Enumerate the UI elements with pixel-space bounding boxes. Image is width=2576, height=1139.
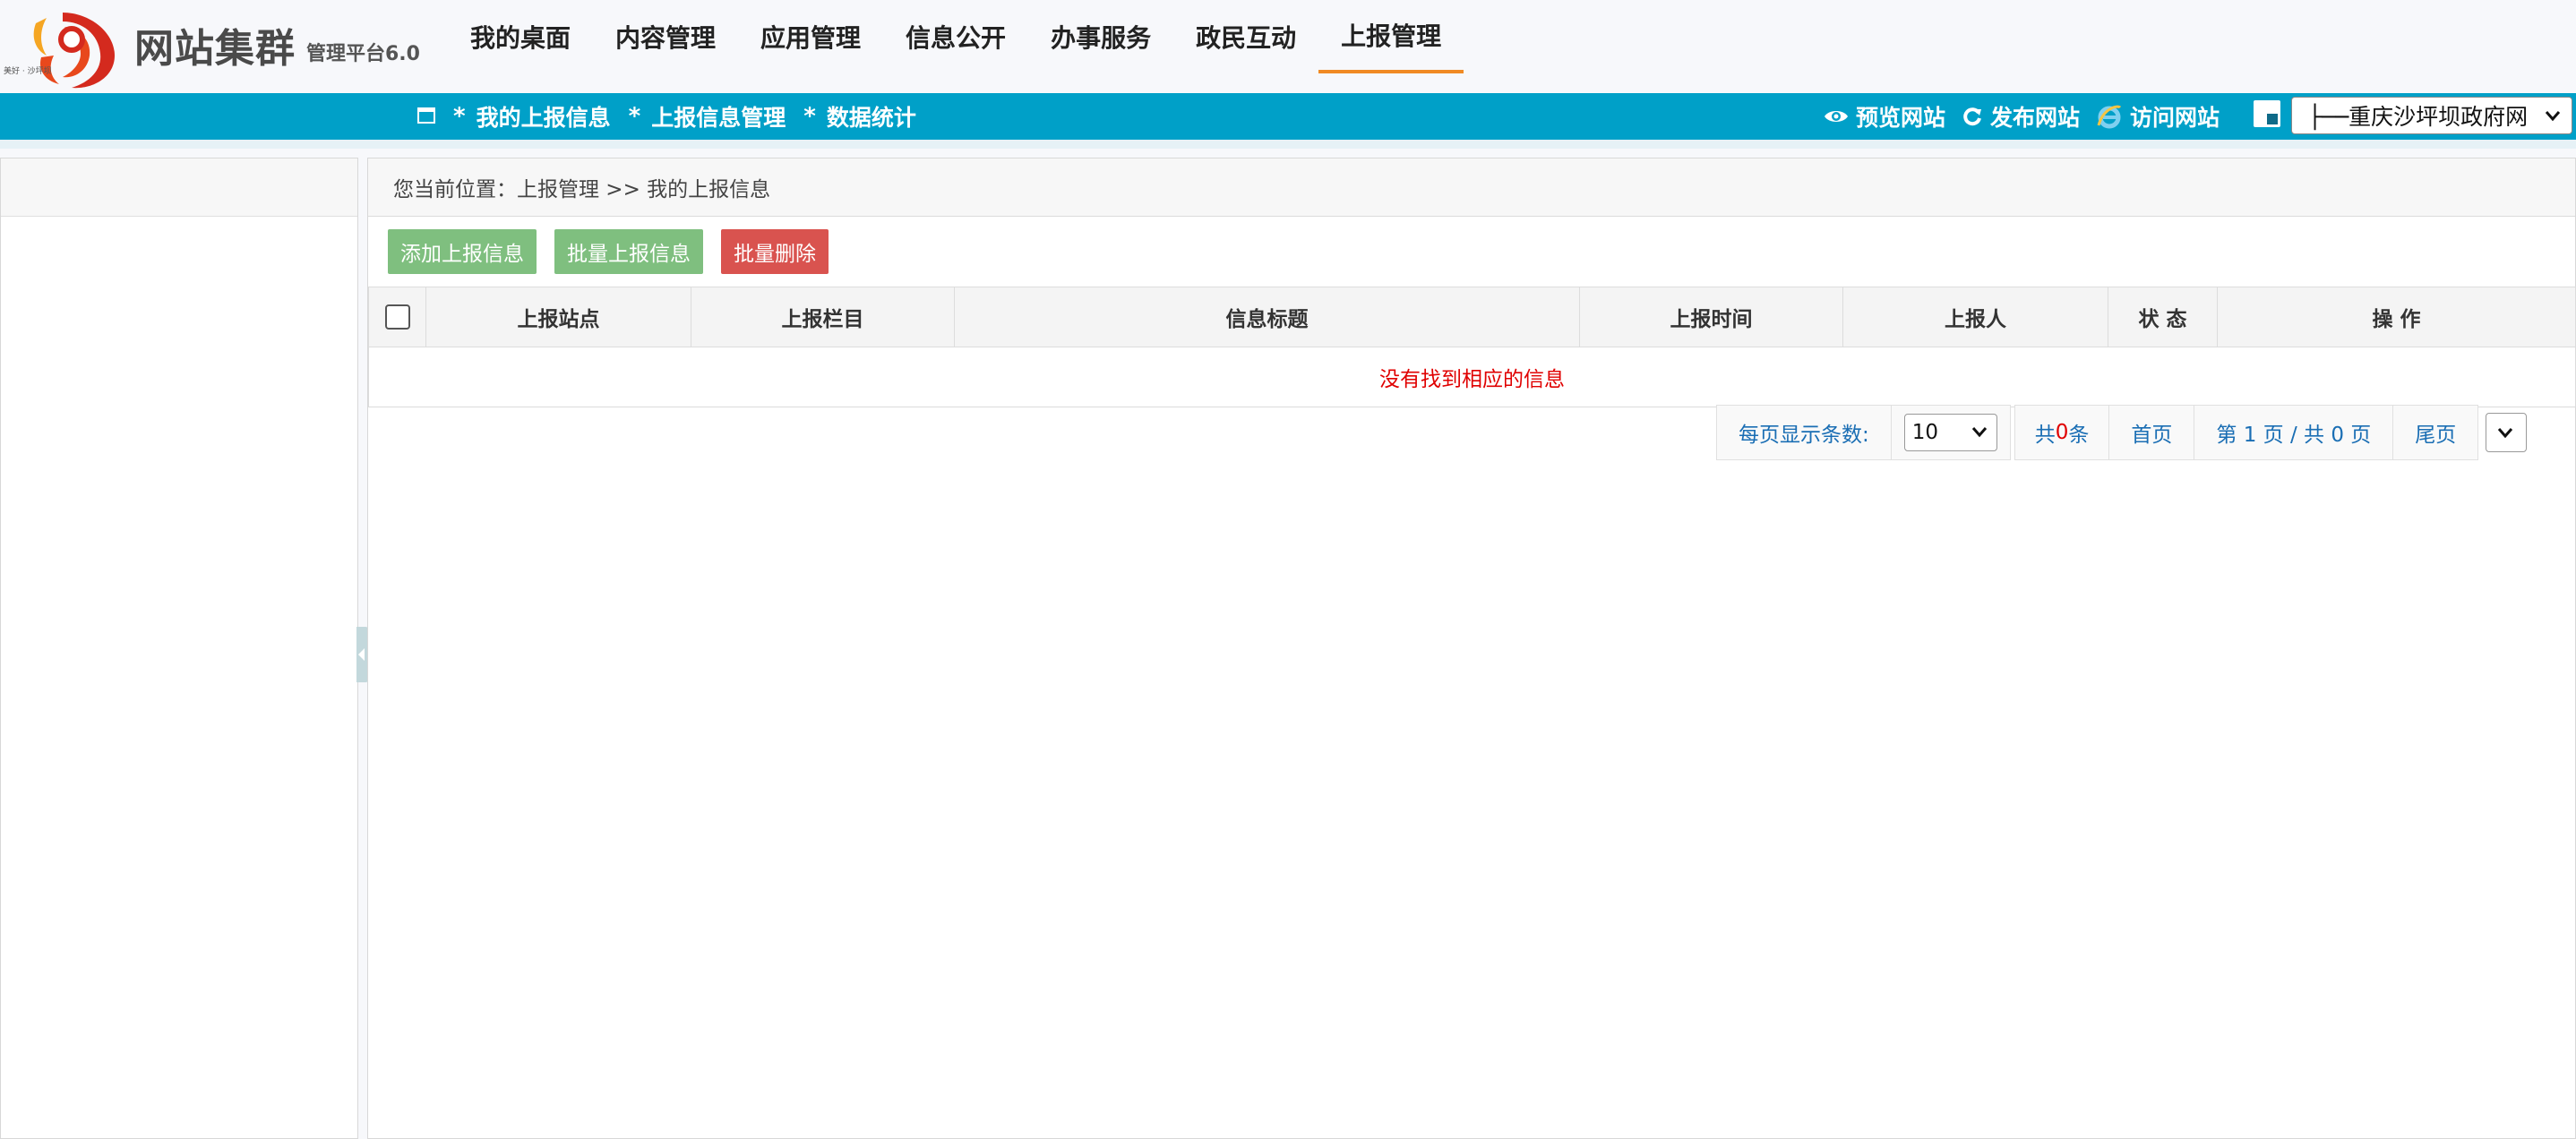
column-header-time[interactable]: 上报时间	[1579, 287, 1843, 347]
subnav-my-reports-label: 我的上报信息	[476, 105, 611, 131]
subnav-report-management-label: 上报信息管理	[651, 105, 786, 131]
chevron-down-icon	[2543, 105, 2563, 131]
batch-delete-button[interactable]: 批量删除	[721, 229, 829, 274]
preview-site-label: 预览网站	[1856, 105, 1946, 131]
empty-message: 没有找到相应的信息	[368, 347, 2576, 407]
refresh-icon	[1962, 106, 1983, 127]
select-all-checkbox[interactable]	[384, 304, 410, 330]
subnav-statistics-label: 数据统计	[826, 105, 916, 131]
eye-icon	[1824, 107, 1849, 125]
page-size-label: 每页显示条数:	[1716, 405, 1892, 460]
pagination: 每页显示条数: 10 共0条 首页 第 1 页 / 共 0 页 尾页	[1716, 405, 2528, 460]
last-page-link[interactable]: 尾页	[2393, 405, 2479, 460]
nav-interaction[interactable]: 政民互动	[1173, 0, 1318, 73]
sub-nav-bar: * 我的上报信息 * 上报信息管理 * 数据统计 预览网站 发布网站 访问网站	[0, 93, 2576, 140]
top-header: 美好 · 沙坪坝 网站集群 管理平台6.0 我的桌面 内容管理 应用管理 信息公…	[0, 0, 2576, 93]
column-header-actions[interactable]: 操 作	[2217, 287, 2576, 347]
page-size-cell: 10	[1891, 405, 2011, 460]
batch-report-button[interactable]: 批量上报信息	[554, 229, 703, 274]
total-suffix: 条	[2068, 424, 2090, 447]
star-icon: *	[803, 103, 816, 130]
logo-emblem-icon	[33, 13, 115, 89]
main-nav: 我的桌面 内容管理 应用管理 信息公开 办事服务 政民互动 上报管理	[448, 0, 1464, 93]
header-divider	[0, 140, 2576, 149]
subnav-my-reports[interactable]: * 我的上报信息	[453, 100, 611, 133]
sidebar-header	[1, 158, 357, 217]
subnav-report-management[interactable]: * 上报信息管理	[629, 100, 786, 133]
publish-site-link[interactable]: 发布网站	[1962, 100, 2080, 133]
main-content: 您当前位置：上报管理 >> 我的上报信息 添加上报信息 批量上报信息 批量删除 …	[367, 158, 2576, 1139]
logo: 美好 · 沙坪坝 网站集群 管理平台6.0	[0, 0, 430, 93]
brand-seal: 美好 · 沙坪坝	[4, 67, 52, 76]
visit-site-label: 访问网站	[2130, 105, 2220, 131]
select-all-cell	[368, 287, 426, 347]
nav-content-management[interactable]: 内容管理	[593, 0, 738, 73]
site-switch-icon[interactable]	[2254, 100, 2280, 127]
site-select-value: ├──重庆沙坪坝政府网	[2308, 104, 2529, 130]
brand-version: 管理平台6.0	[306, 43, 420, 65]
sub-nav: * 我的上报信息 * 上报信息管理 * 数据统计	[453, 93, 934, 140]
left-sidebar	[0, 158, 358, 1139]
total-count: 共0条	[2014, 405, 2110, 460]
star-icon: *	[453, 103, 466, 130]
ie-browser-icon	[2096, 103, 2123, 130]
page-size-select[interactable]: 10	[1903, 414, 1997, 451]
site-actions: 预览网站 发布网站 访问网站	[1824, 93, 2236, 140]
column-header-status[interactable]: 状 态	[2108, 287, 2218, 347]
chevron-down-icon	[2494, 422, 2516, 449]
nav-report-management[interactable]: 上报管理	[1318, 0, 1464, 73]
nav-services[interactable]: 办事服务	[1028, 0, 1173, 73]
page-jump-select[interactable]	[2486, 413, 2528, 452]
visit-site-link[interactable]: 访问网站	[2096, 100, 2220, 133]
chevron-down-icon	[1970, 422, 1989, 447]
star-icon: *	[628, 103, 641, 130]
add-report-button[interactable]: 添加上报信息	[388, 229, 537, 274]
breadcrumb: 您当前位置：上报管理 >> 我的上报信息	[368, 158, 2575, 217]
column-header-site[interactable]: 上报站点	[425, 287, 691, 347]
site-select[interactable]: ├──重庆沙坪坝政府网	[2291, 97, 2572, 134]
subnav-statistics[interactable]: * 数据统计	[803, 100, 916, 133]
table-header-row: 上报站点 上报栏目 信息标题 上报时间 上报人 状 态 操 作	[368, 287, 2576, 347]
nav-app-management[interactable]: 应用管理	[738, 0, 883, 73]
first-page-link[interactable]: 首页	[2109, 405, 2195, 460]
table-row: 没有找到相应的信息	[368, 347, 2576, 407]
column-header-title[interactable]: 信息标题	[954, 287, 1580, 347]
total-prefix: 共	[2034, 424, 2056, 447]
page-info: 第 1 页 / 共 0 页	[2194, 405, 2394, 460]
nav-info-disclosure[interactable]: 信息公开	[883, 0, 1028, 73]
toolbar: 添加上报信息 批量上报信息 批量删除	[368, 217, 2575, 287]
preview-site-link[interactable]: 预览网站	[1824, 100, 1945, 133]
page-size-value: 10	[1911, 421, 1939, 444]
column-header-reporter[interactable]: 上报人	[1842, 287, 2108, 347]
brand-name: 网站集群	[134, 26, 296, 72]
column-header-column[interactable]: 上报栏目	[691, 287, 955, 347]
report-table: 上报站点 上报栏目 信息标题 上报时间 上报人 状 态 操 作 没有找到相应的信…	[368, 287, 2576, 407]
publish-site-label: 发布网站	[1990, 105, 2081, 131]
total-count-value: 0	[2055, 421, 2069, 444]
nav-my-desktop[interactable]: 我的桌面	[448, 0, 593, 73]
window-icon	[417, 107, 435, 124]
